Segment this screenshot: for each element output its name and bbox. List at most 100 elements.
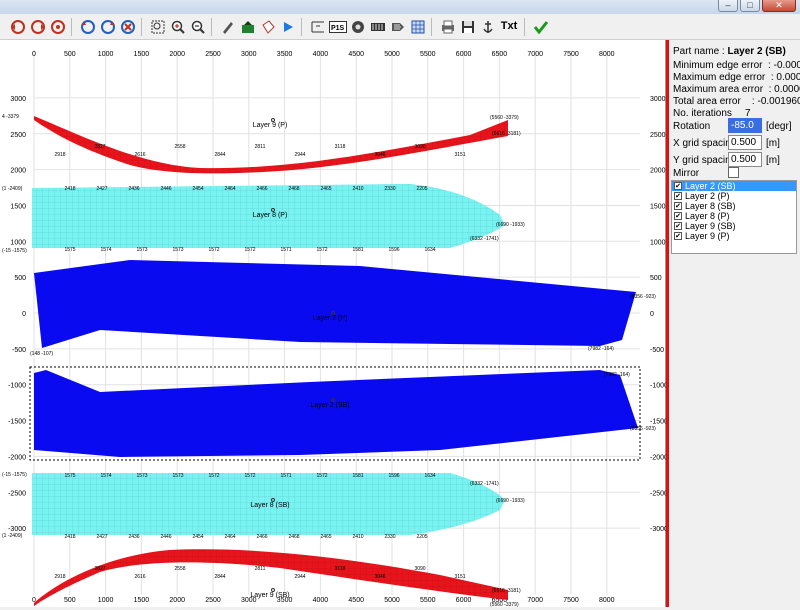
layer-checkbox[interactable]: ✔ xyxy=(674,182,682,190)
draw-icon[interactable] xyxy=(218,17,237,36)
part-name-value: Layer 2 (SB) xyxy=(727,46,786,57)
edge-length-label: 3151 xyxy=(454,574,465,580)
rotation-input[interactable] xyxy=(728,118,762,133)
tag-icon[interactable] xyxy=(258,17,277,36)
edge-length-label: 2205 xyxy=(416,186,427,192)
undo-all-icon[interactable] xyxy=(48,17,67,36)
edge-length-label: 2410 xyxy=(352,534,363,540)
grid-icon[interactable] xyxy=(408,17,427,36)
y-tick-label-left: -2000 xyxy=(8,454,26,461)
x-tick-label-top: 3500 xyxy=(277,51,293,58)
zoom-fit-icon[interactable] xyxy=(148,17,167,36)
toolbar-separator xyxy=(431,17,435,36)
max-area-label: Maximum area error xyxy=(673,84,764,95)
wheel-icon[interactable] xyxy=(348,17,367,36)
fill-icon[interactable] xyxy=(238,17,257,36)
layer-label: Layer 8 (P) xyxy=(685,211,730,221)
zoom-out-icon[interactable] xyxy=(188,17,207,36)
mirror-checkbox[interactable] xyxy=(728,167,739,178)
x-tick-label-top: 4500 xyxy=(348,51,364,58)
layer-list-item[interactable]: ✔ Layer 9 (P) xyxy=(672,231,796,241)
maximize-button[interactable]: □ xyxy=(740,0,760,12)
edge-length-label: 2464 xyxy=(224,186,235,192)
edge-length-label: 2427 xyxy=(96,186,107,192)
x-tick-label-top: 6500 xyxy=(492,51,508,58)
plot-area[interactable]: 0 0 500 500 1000 1000 1500 1500 2000 2000 2500 2500… xyxy=(0,40,668,608)
corner-coord-label: 4 -3379 xyxy=(2,114,19,120)
edge-length-label: 1573 xyxy=(172,247,183,253)
layer-list-item[interactable]: ✔ Layer 9 (SB) xyxy=(672,221,796,231)
toolbar-separator xyxy=(524,17,528,36)
corner-coord-label: (1 -2409) xyxy=(2,533,23,539)
edge-length-label: 1573 xyxy=(136,473,147,479)
plot-canvas[interactable]: 0 0 500 500 1000 1000 1500 1500 2000 2000 2500 2500… xyxy=(0,40,668,608)
edge-length-label: 2465 xyxy=(320,534,331,540)
layer-checkbox[interactable]: ✔ xyxy=(674,202,682,210)
layer-checkbox[interactable]: ✔ xyxy=(674,232,682,240)
ok-icon[interactable] xyxy=(531,17,550,36)
y-tick-label-left: 1500 xyxy=(10,203,26,210)
edge-length-label: 1571 xyxy=(280,473,291,479)
y-tick-label-right: 2500 xyxy=(650,132,666,139)
film-icon[interactable] xyxy=(368,17,387,36)
x-tick-label-bottom: 7000 xyxy=(527,597,543,604)
x-tick-label-bottom: 5500 xyxy=(420,597,436,604)
layer-list-item[interactable]: ✔ Layer 8 (SB) xyxy=(672,201,796,211)
edge-length-label: 2466 xyxy=(256,186,267,192)
x-tick-label-top: 3000 xyxy=(241,51,257,58)
undo-icon[interactable] xyxy=(8,17,27,36)
edge-length-label: 3090 xyxy=(414,566,425,572)
layer-list-item[interactable]: ✔ Layer 2 (P) xyxy=(672,191,796,201)
layer-list-item[interactable]: ✔ Layer 2 (SB) xyxy=(672,181,796,191)
measure-icon[interactable] xyxy=(308,17,327,36)
x-tick-label-top: 2500 xyxy=(205,51,221,58)
layer-checkbox[interactable]: ✔ xyxy=(674,192,682,200)
p1s-icon[interactable]: P1S xyxy=(328,17,347,36)
max-edge-label: Maximum edge error xyxy=(673,72,766,83)
x-tick-label-top: 7500 xyxy=(563,51,579,58)
y-tick-label-right: -2000 xyxy=(650,454,666,461)
layer-label: Layer 9 (SB) xyxy=(685,221,736,231)
layer-checkbox[interactable]: ✔ xyxy=(674,212,682,220)
edge-length-label: 2465 xyxy=(320,186,331,192)
edge-length-label: 1634 xyxy=(424,473,435,479)
y-tick-label-right: 1000 xyxy=(650,239,666,246)
y-tick-label-left: -1000 xyxy=(8,383,26,390)
max-edge-value: 0.00001 xyxy=(776,72,800,83)
edge-length-label: 1596 xyxy=(388,473,399,479)
ygrid-label: Y grid spacing xyxy=(673,155,737,166)
save-icon[interactable] xyxy=(458,17,477,36)
layer-list-item[interactable]: ✔ Layer 8 (P) xyxy=(672,211,796,221)
x-tick-label-top: 8000 xyxy=(599,51,615,58)
edge-length-label: 1572 xyxy=(208,473,219,479)
edge-length-label: 2410 xyxy=(352,186,363,192)
edge-length-label: 2454 xyxy=(192,534,203,540)
rotate-cw-icon[interactable] xyxy=(98,17,117,36)
redo-icon[interactable] xyxy=(28,17,47,36)
play-icon[interactable] xyxy=(278,17,297,36)
y-tick-label-right: 0 xyxy=(650,311,654,318)
edge-length-label: 3090 xyxy=(414,144,425,150)
minimize-button[interactable]: – xyxy=(718,0,738,12)
zoom-in-icon[interactable] xyxy=(168,17,187,36)
edge-length-label: 1575 xyxy=(64,247,75,253)
ygrid-input[interactable] xyxy=(728,152,762,167)
corner-coord-label: (6332 -1741) xyxy=(470,236,499,242)
total-area-value: -0.001960 xyxy=(757,96,800,107)
anchor-icon[interactable] xyxy=(478,17,497,36)
close-button[interactable]: ✕ xyxy=(762,0,796,12)
rotate-reset-icon[interactable] xyxy=(118,17,137,36)
y-tick-label-left: -2500 xyxy=(8,490,26,497)
y-tick-label-left: 2000 xyxy=(10,168,26,175)
y-tick-label-right: -1000 xyxy=(650,383,666,390)
layer-checkbox[interactable]: ✔ xyxy=(674,222,682,230)
x-tick-label-bottom: 8000 xyxy=(599,597,615,604)
layer-list[interactable]: ✔ Layer 2 (SB) ✔ Layer 2 (P) ✔ Layer 8 (SB) ✔ L… xyxy=(671,180,797,254)
stack-icon[interactable] xyxy=(388,17,407,36)
print-icon[interactable] xyxy=(438,17,457,36)
rotate-ccw-icon[interactable] xyxy=(78,17,97,36)
edge-length-label: 2844 xyxy=(214,574,225,580)
xgrid-input[interactable] xyxy=(728,135,762,150)
iterations-label: No. iterations xyxy=(673,108,732,119)
text-icon[interactable]: Txt xyxy=(498,17,520,36)
